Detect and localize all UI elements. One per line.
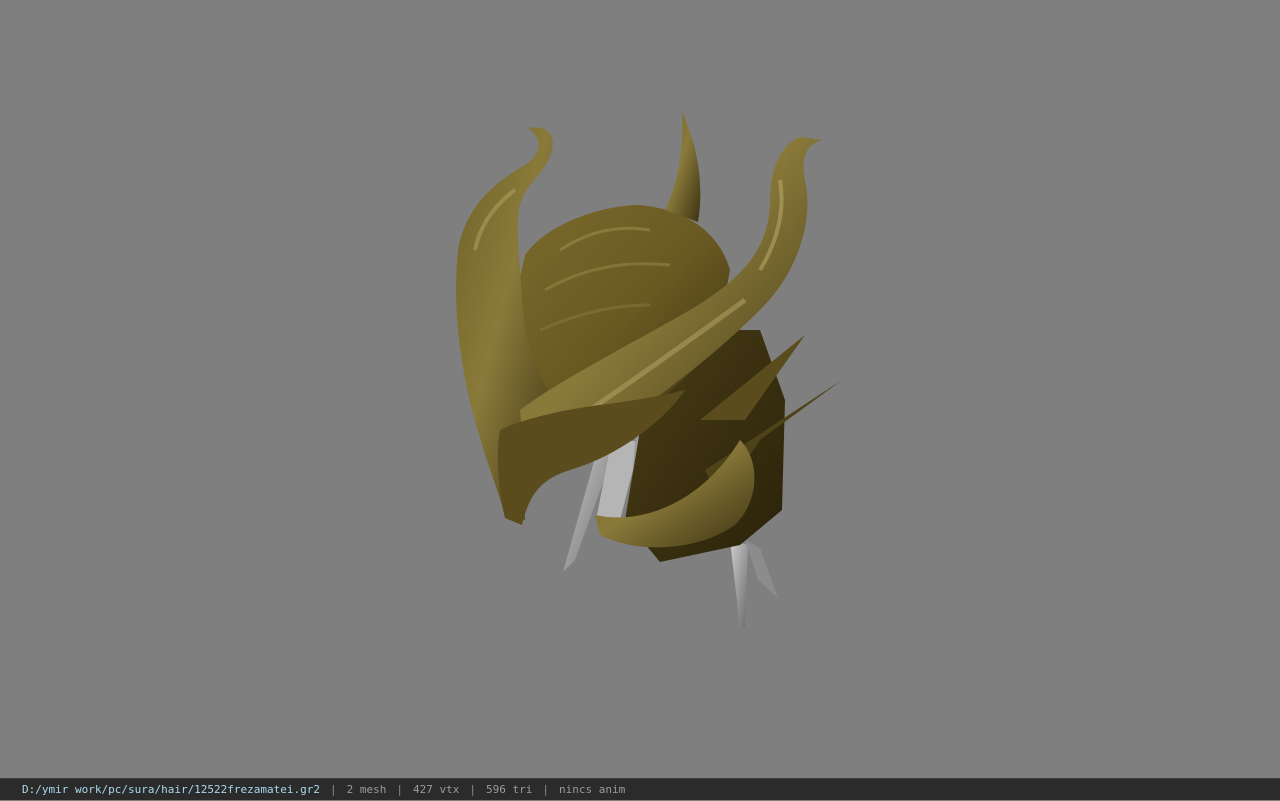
center-spike <box>665 112 701 222</box>
animation-status-label: nincs anim <box>558 782 626 796</box>
separator: | <box>469 782 476 796</box>
separator: | <box>542 782 549 796</box>
file-path-label: D:/ymir work/pc/sura/hair/12522frezamate… <box>22 782 321 796</box>
triangle-count-label: 596 tri <box>486 782 533 796</box>
vertex-count-label: 427 vtx <box>413 782 460 796</box>
separator: | <box>396 782 404 796</box>
3d-viewport[interactable] <box>0 0 1280 778</box>
status-bar: D:/ymir work/pc/sura/hair/12522frezamate… <box>0 778 1280 800</box>
helmet-model <box>456 112 842 628</box>
mesh-count-label: 2 mesh <box>346 782 387 796</box>
separator: | <box>330 782 337 796</box>
